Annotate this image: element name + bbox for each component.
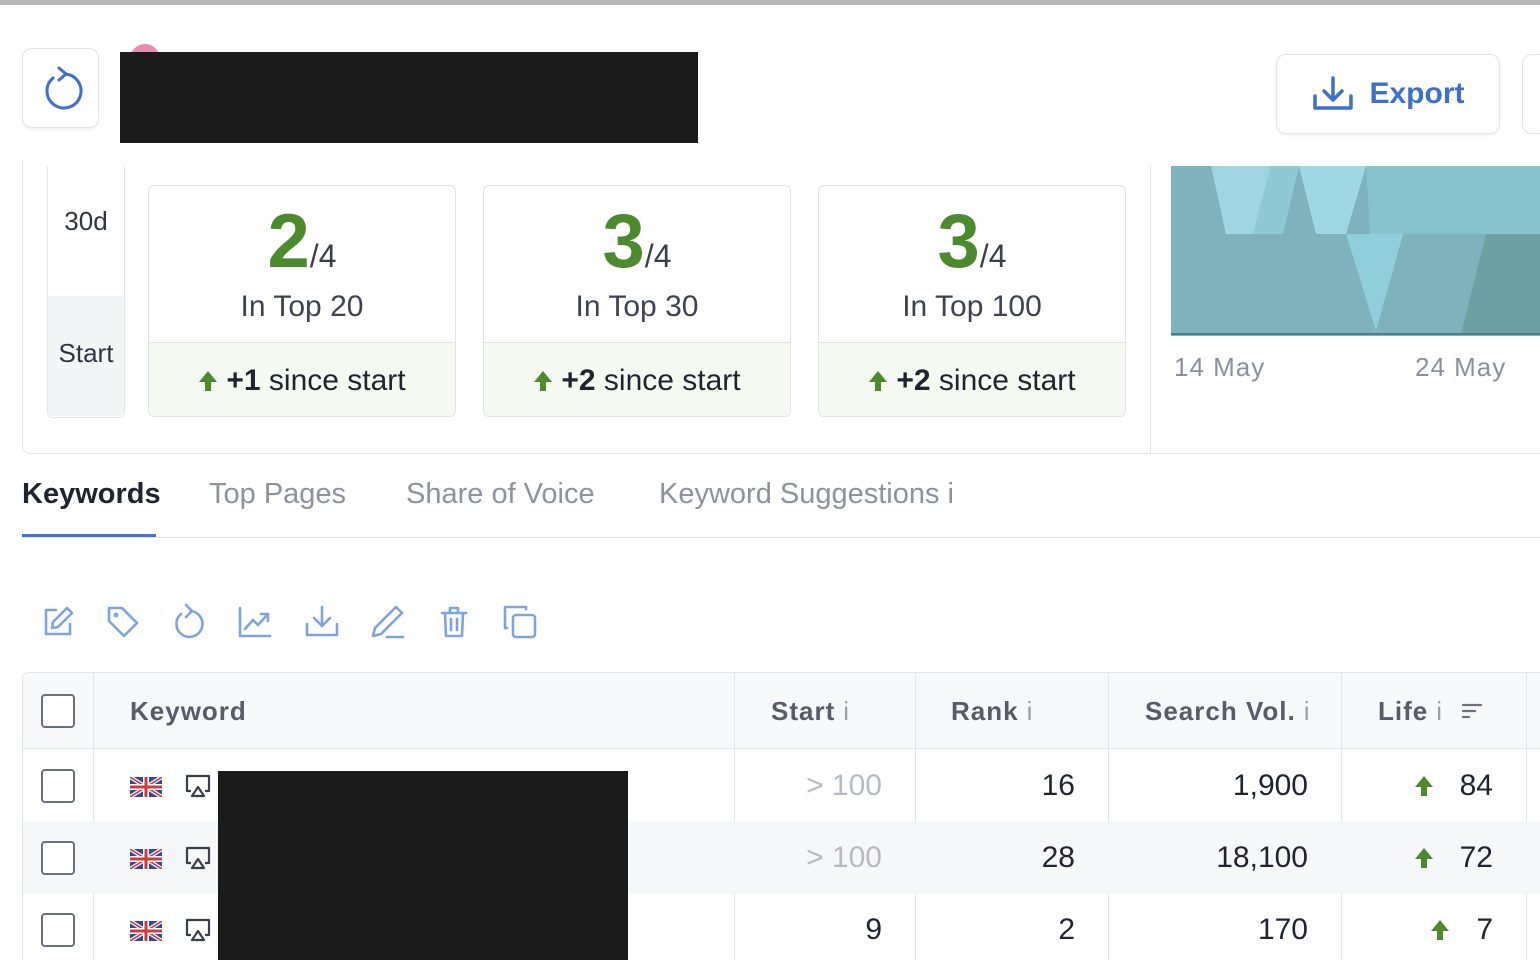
refresh-keywords-button[interactable] (168, 600, 208, 644)
edit-icon (44, 606, 74, 636)
stat-change: +1 since start (149, 342, 455, 416)
refresh-button[interactable] (22, 48, 99, 128)
desktop-icon (185, 774, 211, 798)
stat-card-top-30: 3/4 In Top 30 +2 since start (483, 185, 791, 417)
download-icon (305, 605, 339, 637)
row-checkbox[interactable] (41, 769, 75, 803)
life-change: 72 (1341, 822, 1493, 894)
download-icon (1313, 76, 1354, 110)
window-top-border (0, 0, 1540, 5)
download-button[interactable] (302, 600, 342, 644)
trash-icon (440, 606, 468, 638)
redacted-project-title (120, 52, 698, 143)
stat-value: 3 (602, 199, 645, 284)
chart-button[interactable] (235, 600, 275, 644)
period-selector: 30d Start (47, 166, 125, 418)
delete-button[interactable] (434, 600, 474, 644)
tab-share-of-voice[interactable]: Share of Voice (406, 478, 595, 511)
info-icon[interactable]: i (1436, 696, 1443, 727)
refresh-icon (175, 603, 204, 639)
info-icon[interactable]: i (843, 696, 850, 727)
stat-total: /4 (309, 238, 337, 274)
search-volume: 18,100 (1216, 841, 1308, 874)
stat-change: +2 since start (819, 342, 1125, 416)
select-all-checkbox[interactable] (41, 694, 75, 728)
tab-bar: Keywords Top Pages Share of Voice Keywor… (22, 470, 1540, 538)
desktop-icon (185, 918, 211, 942)
tag-button[interactable] (103, 600, 143, 644)
stat-card-top-20: 2/4 In Top 20 +1 since start (148, 185, 456, 417)
period-start[interactable]: Start (48, 296, 124, 416)
life-change: 7 (1341, 894, 1493, 960)
uk-flag-icon (130, 777, 162, 797)
current-rank: 28 (1041, 841, 1075, 874)
stat-value: 2 (267, 199, 310, 284)
tab-keywords[interactable]: Keywords (22, 478, 161, 511)
arrow-up-icon (869, 370, 888, 391)
uk-flag-icon (130, 921, 162, 941)
copy-icon (503, 605, 537, 639)
stat-change: +2 since start (484, 342, 790, 416)
stat-value: 3 (937, 199, 980, 284)
chart-icon (238, 606, 272, 638)
sort-icon[interactable] (1461, 702, 1483, 720)
export-button[interactable]: Export (1276, 54, 1500, 134)
row-checkbox[interactable] (41, 841, 75, 875)
column-keyword[interactable]: Keyword (130, 673, 247, 749)
arrow-up-icon (534, 370, 553, 391)
desktop-icon (185, 846, 211, 870)
column-start[interactable]: Start i (771, 673, 850, 749)
arrow-up-icon (199, 370, 218, 391)
rename-button[interactable] (368, 600, 408, 644)
redacted-keywords (218, 771, 628, 960)
pen-icon (371, 605, 405, 639)
search-volume: 170 (1257, 913, 1308, 946)
more-button[interactable] (1522, 54, 1540, 134)
table-header: Keyword Start i Rank i Search Vol. i Life i (23, 673, 1540, 749)
tab-keyword-suggestions[interactable]: Keyword Suggestions i (659, 478, 954, 511)
current-rank: 16 (1041, 769, 1075, 802)
arrow-up-icon (1414, 848, 1433, 868)
start-rank: 9 (865, 913, 882, 946)
current-rank: 2 (1058, 913, 1075, 946)
column-rank[interactable]: Rank i (951, 673, 1033, 749)
chart-date-label: 24 May (1415, 352, 1507, 382)
active-tab-indicator (22, 534, 156, 537)
uk-flag-icon (130, 849, 162, 869)
edit-button[interactable] (38, 600, 78, 644)
export-label: Export (1369, 77, 1465, 110)
tab-top-pages[interactable]: Top Pages (209, 478, 346, 511)
start-rank: > 100 (806, 769, 882, 802)
chart-divider (1150, 166, 1151, 454)
column-life[interactable]: Life i (1378, 673, 1483, 749)
row-checkbox[interactable] (41, 913, 75, 947)
stat-label: In Top 20 (240, 290, 364, 323)
copy-button[interactable] (500, 600, 540, 644)
arrow-up-icon (1414, 776, 1433, 796)
period-30d[interactable]: 30d (48, 206, 124, 237)
tag-icon (107, 606, 139, 638)
stat-label: In Top 30 (575, 290, 699, 323)
stat-total: /4 (979, 238, 1007, 274)
refresh-icon (45, 66, 82, 110)
start-rank: > 100 (806, 841, 882, 874)
chart-date-label: 14 May (1174, 352, 1266, 382)
rank-distribution-chart (1171, 166, 1540, 336)
life-change: 84 (1341, 750, 1493, 822)
arrow-up-icon (1431, 920, 1450, 940)
stat-card-top-100: 3/4 In Top 100 +2 since start (818, 185, 1126, 417)
stat-total: /4 (644, 238, 672, 274)
column-search-vol[interactable]: Search Vol. i (1145, 673, 1310, 749)
info-icon[interactable]: i (1027, 696, 1034, 727)
stat-label: In Top 100 (902, 290, 1042, 323)
search-volume: 1,900 (1232, 769, 1308, 802)
info-icon[interactable]: i (1304, 696, 1311, 727)
